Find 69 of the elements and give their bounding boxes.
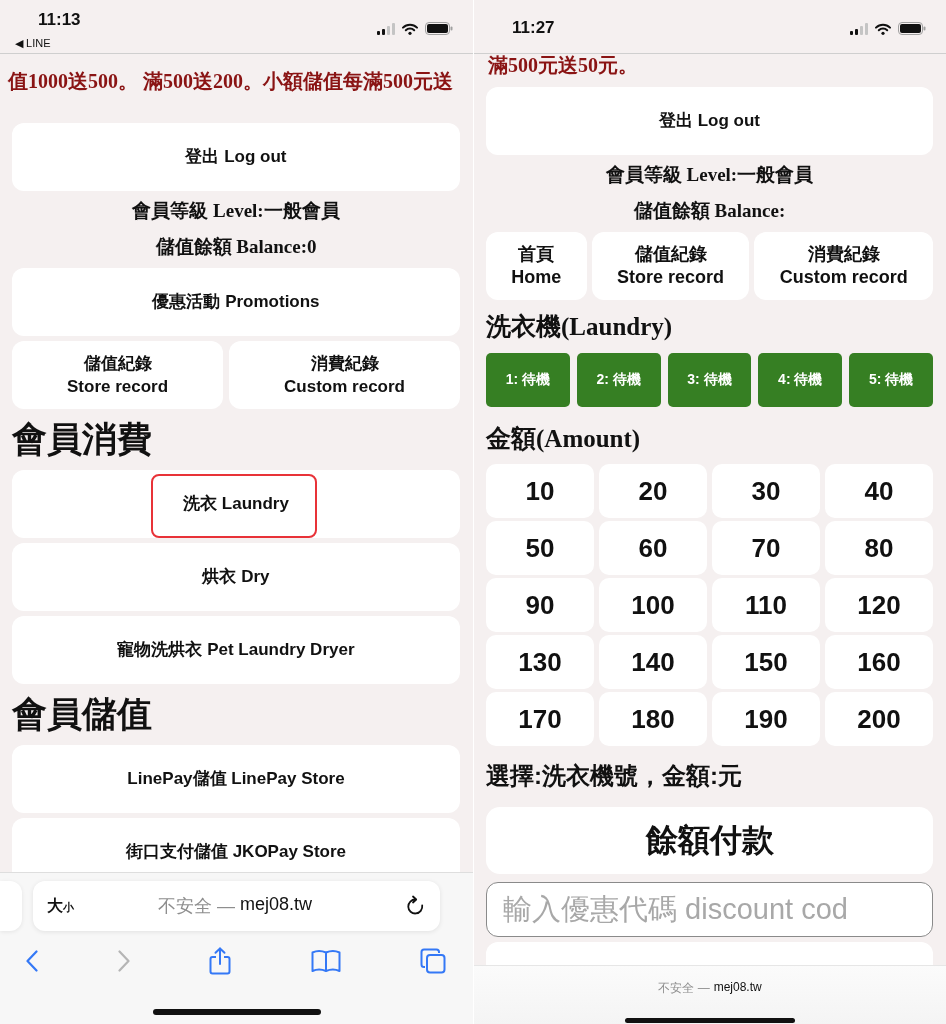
washer-button[interactable]: 3: 待機 [667,353,752,407]
amount-button[interactable]: 20 [599,464,707,518]
url-text: mej08.tw [713,980,762,996]
amount-button[interactable]: 80 [825,521,933,575]
section-heading: 會員消費 [12,418,153,460]
book-icon[interactable] [310,949,341,973]
pay-balance-button[interactable]: 餘額付款 [486,807,933,874]
amount-button[interactable]: 10 [486,464,594,518]
menu-button[interactable]: 街口支付儲值 JKOPay Store [12,818,460,872]
amount-button[interactable]: 70 [712,521,820,575]
washer-button[interactable]: 4: 待機 [758,353,843,407]
amount-button[interactable]: 90 [486,578,594,632]
menu-button[interactable]: 烘衣 Dry [12,543,460,611]
amount-button[interactable]: 130 [486,635,594,689]
reload-icon[interactable] [406,895,426,917]
security-label: 不安全 — [157,895,235,918]
amount-button[interactable]: 100 [599,578,707,632]
back-icon[interactable] [26,950,38,972]
promo-ticker-text: 滿500元送50元。 [488,54,639,78]
signal-icon [377,22,395,35]
section-heading: 金額(Amount) [486,424,642,455]
battery-icon [898,22,926,35]
url-text: mej08.tw [240,894,312,916]
amount-button[interactable]: 150 [712,635,820,689]
washer-button[interactable]: 2: 待機 [576,353,661,407]
promo-ticker-text: 值1000送500。 滿500送200。小額儲值每滿500元送 [8,69,454,94]
nav-button[interactable]: 消費紀錄 Custom record [229,341,460,409]
amount-button[interactable]: 120 [825,578,933,632]
menu-button[interactable]: 登出 Log out [12,123,460,191]
wifi-icon [402,22,418,35]
member-info-text: 會員等級 Level:一般會員 [604,163,815,187]
section-heading: 洗衣機(Laundry) [486,312,674,343]
menu-button[interactable]: 洗衣 Laundry [12,470,460,538]
back-to-app-link[interactable]: ◀ LINE [15,37,51,50]
amount-button[interactable]: 50 [486,521,594,575]
member-info-text: 儲值餘額 Balance: [632,199,787,223]
nav-button[interactable]: 儲值紀錄 Store record [12,341,224,409]
nav-button[interactable]: 消費紀錄 Custom record [754,232,933,300]
wifi-icon [875,22,891,35]
menu-button[interactable]: LinePay儲值 LinePay Store [12,745,460,813]
amount-button[interactable]: 30 [712,464,820,518]
member-info-text: 儲值餘額 Balance:0 [154,235,318,259]
menu-button[interactable]: 登出 Log out [486,87,933,155]
amount-button[interactable]: 160 [825,635,933,689]
menu-button[interactable]: 寵物洗烘衣 Pet Laundry Dryer [12,616,460,684]
amount-button[interactable]: 60 [599,521,707,575]
status-time: 11:27 [512,18,555,38]
discount-code-field[interactable]: 輸入優惠代碼 discount cod [486,882,933,937]
tabs-icon[interactable] [420,948,446,974]
nav-button[interactable]: 首頁 Home [486,232,587,300]
share-icon[interactable] [209,947,231,975]
washer-button[interactable]: 1: 待機 [486,353,570,407]
amount-button[interactable]: 110 [712,578,820,632]
amount-button[interactable]: 180 [599,692,707,746]
security-label: 不安全 — [658,980,710,997]
nav-button[interactable]: 儲值紀錄 Store record [591,232,750,300]
signal-icon [850,22,868,35]
amount-button[interactable]: 200 [825,692,933,746]
selection-summary-text: 選擇:洗衣機號，金額:元 [486,761,743,791]
washer-button[interactable]: 5: 待機 [849,353,933,407]
section-heading: 會員儲值 [12,693,153,735]
amount-button[interactable]: 40 [825,464,933,518]
battery-icon [425,22,453,35]
status-time: 11:13 [38,10,81,30]
member-info-text: 會員等級 Level:一般會員 [131,199,341,223]
amount-button[interactable]: 190 [712,692,820,746]
amount-button[interactable]: 170 [486,692,594,746]
menu-button[interactable]: 優惠活動 Promotions [12,268,460,336]
amount-button[interactable]: 140 [599,635,707,689]
